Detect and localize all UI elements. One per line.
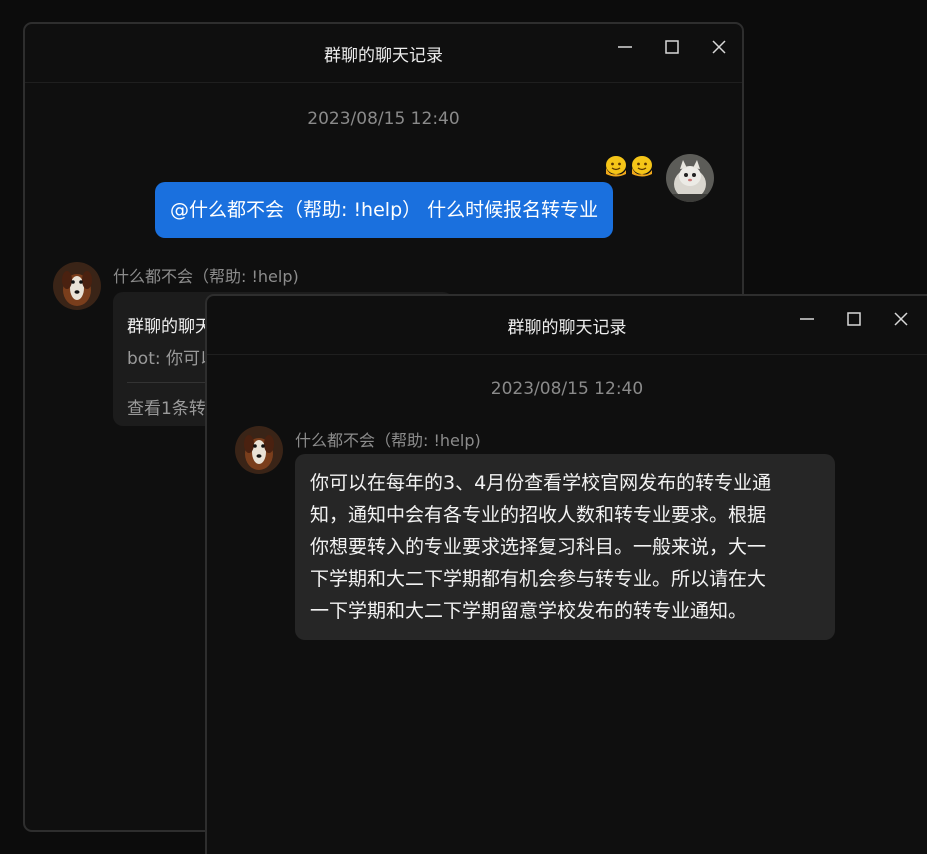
minimize-button[interactable] bbox=[612, 34, 638, 60]
close-icon bbox=[894, 312, 908, 326]
sender-name: 什么都不会（帮助: !help) bbox=[113, 267, 299, 286]
dog-avatar-image bbox=[53, 262, 101, 310]
maximize-icon bbox=[665, 40, 679, 54]
maximize-button[interactable] bbox=[659, 34, 685, 60]
message-line: 一下学期和大二下学期留意学校发布的转专业通知。 bbox=[310, 600, 748, 622]
cat-avatar-image bbox=[666, 154, 714, 202]
close-icon bbox=[712, 40, 726, 54]
incoming-message-bubble[interactable]: 你可以在每年的3、4月份查看学校官网发布的转专业通 知，通知中会有各专业的招收人… bbox=[295, 454, 835, 640]
chat-history-window-front: 群聊的聊天记录 2023/08/15 12:40 什么都不会（帮助: !help… bbox=[205, 294, 927, 854]
close-button[interactable] bbox=[706, 34, 732, 60]
emoji-reaction-row bbox=[604, 154, 654, 178]
sender-name: 什么都不会（帮助: !help) bbox=[295, 431, 481, 450]
title-bar: 群聊的聊天记录 bbox=[207, 296, 927, 355]
message-line: 下学期和大二下学期都有机会参与转专业。所以请在大 bbox=[310, 568, 767, 590]
outgoing-message-bubble[interactable]: @什么都不会（帮助: !help） 什么时候报名转专业 bbox=[155, 182, 614, 238]
bot-avatar[interactable] bbox=[235, 426, 283, 474]
message-line: 知，通知中会有各专业的招收人数和转专业要求。根据 bbox=[310, 504, 767, 526]
minimize-button[interactable] bbox=[794, 306, 820, 332]
self-avatar[interactable] bbox=[666, 154, 714, 202]
minimize-icon bbox=[618, 46, 632, 48]
dog-avatar-image bbox=[235, 426, 283, 474]
message-line: 你想要转入的专业要求选择复习科目。一般来说，大一 bbox=[310, 536, 767, 558]
melting-face-icon bbox=[630, 154, 654, 178]
message-line: 你可以在每年的3、4月份查看学校官网发布的转专业通 bbox=[310, 472, 772, 494]
maximize-button[interactable] bbox=[841, 306, 867, 332]
title-bar: 群聊的聊天记录 bbox=[25, 24, 742, 83]
message-timestamp: 2023/08/15 12:40 bbox=[490, 379, 644, 399]
melting-face-icon bbox=[604, 154, 628, 178]
maximize-icon bbox=[847, 312, 861, 326]
bot-avatar[interactable] bbox=[53, 262, 101, 310]
minimize-icon bbox=[800, 318, 814, 320]
close-button[interactable] bbox=[888, 306, 914, 332]
message-timestamp: 2023/08/15 12:40 bbox=[307, 109, 460, 129]
